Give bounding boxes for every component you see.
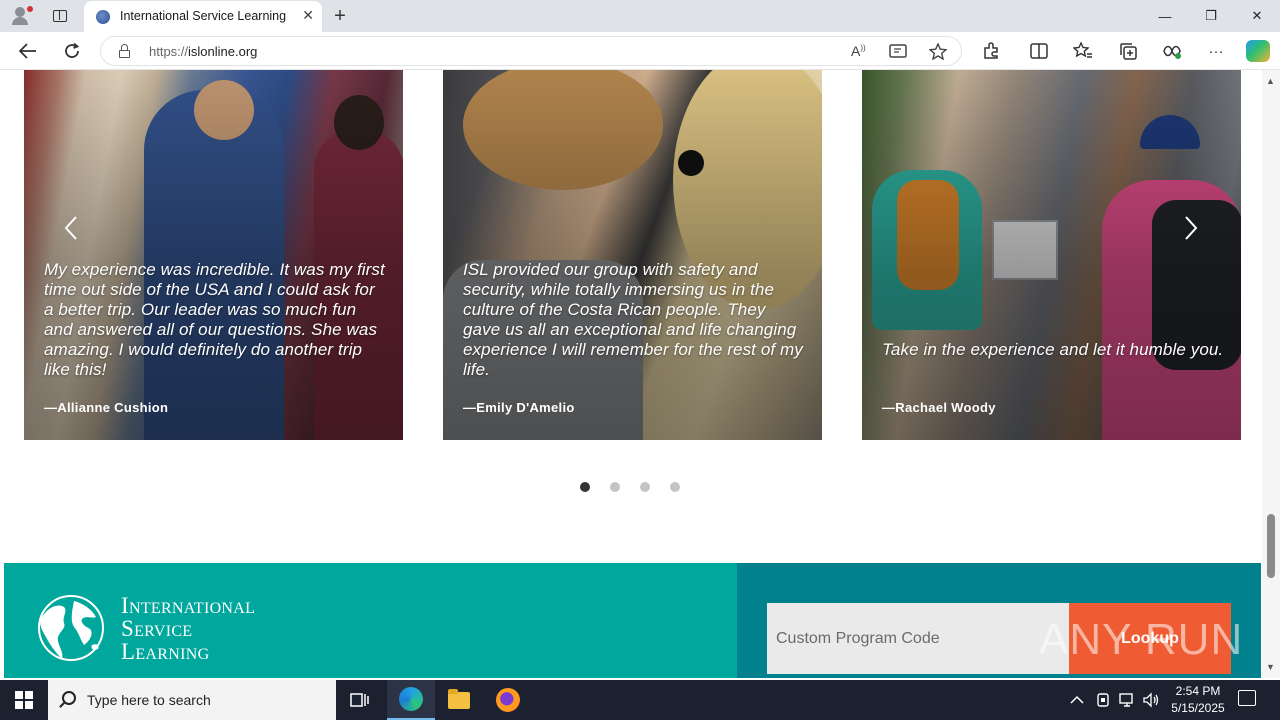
tab-actions-icon[interactable] [48,4,72,28]
carousel-dot[interactable] [670,482,680,492]
collections-icon[interactable] [1117,41,1139,61]
globe-logo-icon[interactable] [34,593,108,663]
notification-icon[interactable] [1238,690,1256,706]
clock-date: 5/15/2025 [1171,701,1225,715]
address-bar[interactable]: https://islonline.org A)) [100,36,962,66]
browser-tab-bar: International Service Learning ✕ + — ❐ ✕ [0,0,1280,32]
browser-tab[interactable]: International Service Learning ✕ [84,1,322,32]
refresh-icon[interactable] [58,38,86,64]
windows-start-icon[interactable] [0,680,48,720]
scroll-down-icon[interactable]: ▼ [1266,662,1275,672]
testimonial-author: —Emily D'Amelio [463,400,575,415]
carousel-dot[interactable] [580,482,590,492]
carousel-next-arrow-icon[interactable] [1184,215,1198,248]
site-logo-text[interactable]: International Service Learning [121,594,255,663]
profile-icon[interactable] [10,4,34,28]
taskbar-clock[interactable]: 2:54 PM 5/15/2025 [1160,683,1236,717]
testimonial-card: My experience was incredible. It was my … [24,70,403,440]
scrollbar-thumb[interactable] [1267,514,1275,578]
volume-icon[interactable] [1142,680,1160,720]
carousel-prev-arrow-icon[interactable] [64,215,78,248]
testimonial-author: —Rachael Woody [882,400,996,415]
read-aloud-icon[interactable]: A)) [851,43,866,59]
back-icon[interactable] [14,38,42,64]
testimonial-card: Take in the experience and let it humble… [862,70,1241,440]
chevron-up-icon[interactable] [1070,680,1084,720]
testimonial-quote: My experience was incredible. It was my … [44,260,385,379]
scroll-up-icon[interactable]: ▲ [1266,76,1275,86]
favorites-icon[interactable] [1072,41,1094,61]
close-window-button[interactable]: ✕ [1234,0,1280,32]
testimonial-quote: ISL provided our group with safety and s… [463,260,803,379]
extensions-icon[interactable] [980,41,1002,61]
clock-time: 2:54 PM [1175,684,1221,698]
page-scrollbar[interactable]: ▲ ▼ [1262,70,1280,678]
browser-toolbar: https://islonline.org A)) ··· [0,32,1280,70]
browser-essentials-icon[interactable] [1161,41,1183,61]
program-code-input[interactable] [767,603,1069,674]
site-footer: International Service Learning Lookup AN… [4,563,1261,678]
edge-icon[interactable] [387,680,435,720]
device-icon[interactable] [1096,680,1110,720]
testimonial-author: —Allianne Cushion [44,400,169,415]
testimonial-quote: Take in the experience and let it humble… [882,340,1224,359]
url-text[interactable]: https://islonline.org [149,44,257,59]
webpage-viewport: My experience was incredible. It was my … [0,70,1262,678]
new-tab-button[interactable]: + [328,4,352,28]
restore-button[interactable]: ❐ [1188,0,1234,32]
minimize-button[interactable]: — [1142,0,1188,32]
more-icon[interactable]: ··· [1205,41,1227,61]
task-view-icon[interactable] [336,680,384,720]
network-icon[interactable] [1118,680,1136,720]
lookup-button[interactable]: Lookup [1069,603,1231,674]
favorite-star-icon[interactable] [928,42,948,63]
taskbar-search-box[interactable]: Type here to search [48,680,336,720]
tab-title: International Service Learning [120,9,287,23]
immersive-reader-icon[interactable] [889,43,907,62]
site-favicon-icon [96,10,110,24]
tab-close-icon[interactable]: ✕ [302,7,314,24]
lock-icon[interactable] [119,44,130,58]
firefox-icon[interactable] [484,680,532,720]
testimonial-card: ISL provided our group with safety and s… [443,70,822,440]
carousel-dot[interactable] [610,482,620,492]
file-explorer-icon[interactable] [435,680,483,720]
windows-taskbar: Type here to search 2:54 PM 5/15/2025 [0,680,1280,720]
taskbar-search-placeholder: Type here to search [87,692,211,708]
carousel-pagination [580,482,680,492]
copilot-icon[interactable] [1246,40,1270,62]
search-icon [62,691,76,705]
carousel-dot[interactable] [640,482,650,492]
split-screen-icon[interactable] [1028,41,1050,61]
